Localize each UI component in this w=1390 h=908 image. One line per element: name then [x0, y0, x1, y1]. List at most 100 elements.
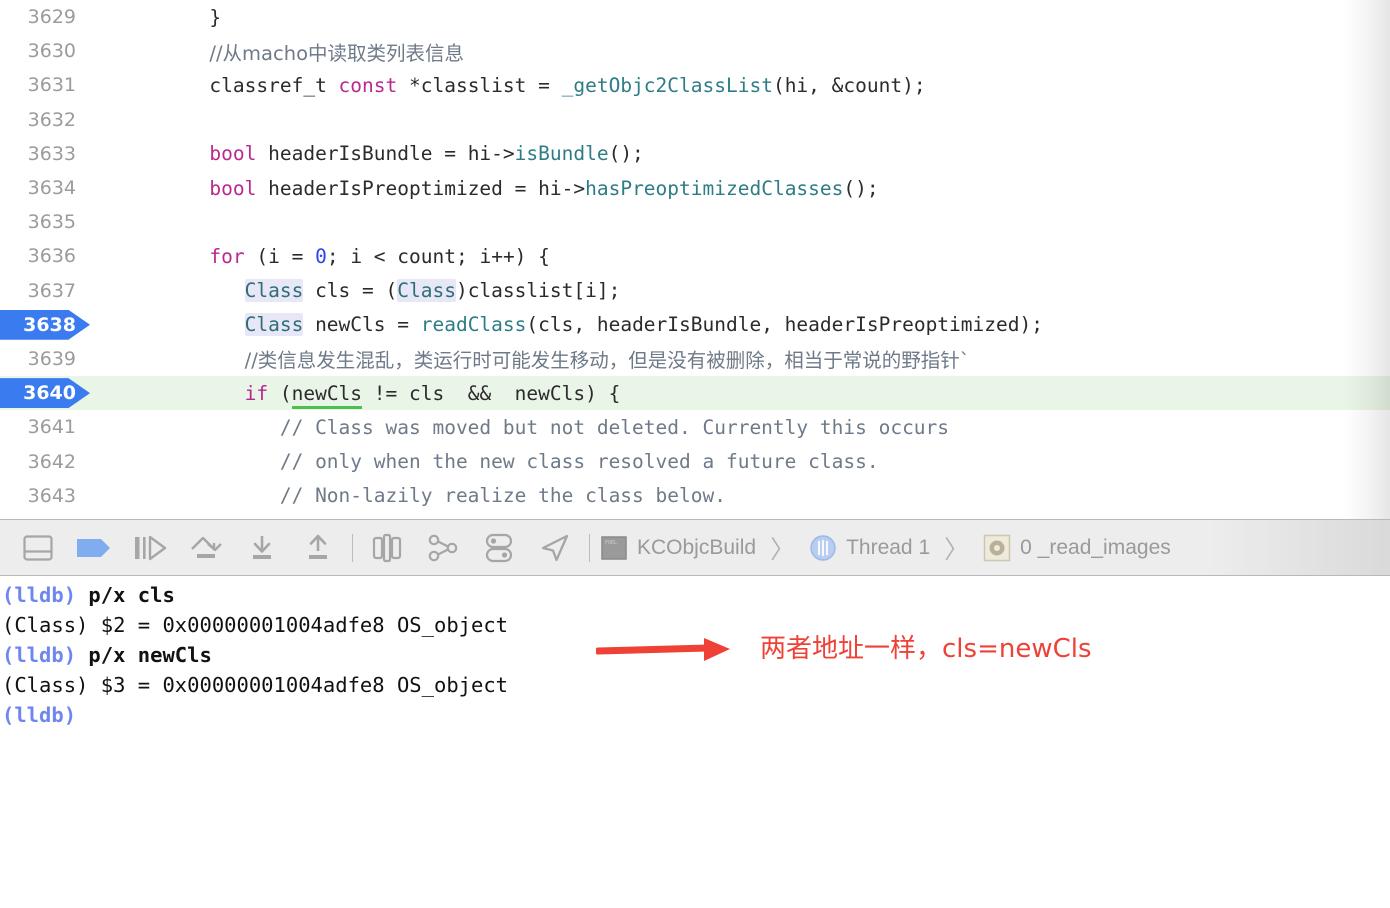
step-over-icon [191, 536, 222, 558]
line-number[interactable]: 3631 [0, 68, 92, 102]
code-token: readClass [420, 313, 527, 337]
code-text[interactable]: if (newCls != cls && newCls) { [92, 381, 1390, 409]
code-token: headerIsBundle = hi-> [256, 142, 515, 166]
line-number[interactable]: 3629 [0, 0, 92, 34]
lldb-prompt: (lldb) [2, 583, 77, 607]
view-hierarchy-button[interactable] [359, 520, 415, 576]
code-token: (cls, headerIsBundle, headerIsPreoptimiz… [526, 313, 1043, 337]
code-lines-container[interactable]: 3629 } 3630 //从macho中读取类列表信息 3631 classref… [0, 0, 1390, 513]
breadcrumb-thread[interactable]: Thread 1 [846, 536, 930, 560]
breadcrumb-process[interactable]: KCObjcBuild [637, 536, 756, 560]
red-arrow-icon [596, 638, 730, 661]
code-text[interactable]: Class newCls = readClass(cls, headerIsBu… [92, 313, 1390, 337]
source-code-editor[interactable]: 3629 } 3630 //从macho中读取类列表信息 3631 classref… [0, 0, 1390, 519]
line-number[interactable]: 3636 [0, 239, 92, 273]
code-token: classref_t [209, 73, 339, 97]
lldb-console[interactable]: (lldb) p/x cls (Class) $2 = 0x00000001004… [0, 576, 1390, 908]
line-number[interactable]: 3633 [0, 137, 92, 171]
line-number-label: 3639 [27, 347, 76, 370]
code-token: ; i < count; i++) { [326, 244, 550, 268]
code-text[interactable]: // Class was moved but not deleted. Curr… [92, 416, 1390, 439]
code-line[interactable]: 3638 Class newCls = readClass(cls, heade… [0, 308, 1390, 342]
code-token: (); [843, 176, 879, 200]
code-token: const [338, 73, 398, 97]
code-token: _getObjc2ClassList [561, 73, 773, 97]
xcode-debug-window: 3629 } 3630 //从macho中读取类列表信息 3631 classref… [0, 0, 1390, 908]
line-number[interactable]: 3643 [0, 479, 92, 513]
code-text[interactable]: bool headerIsPreoptimized = hi->hasPreop… [92, 177, 1390, 200]
breakpoint-marker[interactable]: 3638 [0, 308, 92, 342]
code-token: newCls = [303, 313, 421, 337]
step-over-button[interactable] [178, 520, 234, 576]
step-into-button[interactable] [234, 520, 290, 576]
code-line[interactable]: 3637 Class cls = (Class)classlist[i]; [0, 274, 1390, 308]
memory-graph-button[interactable] [415, 520, 471, 576]
code-text[interactable]: for (i = 0; i < count; i++) { [92, 245, 1390, 268]
code-token: (i = [244, 244, 316, 268]
code-text[interactable]: //从macho中读取类列表信息 [92, 37, 1390, 66]
code-line[interactable]: 3643 // Non-lazily realize the class bel… [0, 479, 1390, 513]
line-number[interactable]: 3632 [0, 103, 92, 137]
code-token: if [244, 381, 269, 405]
code-text[interactable]: // only when the new class resolved a fu… [92, 450, 1390, 473]
code-text[interactable]: //类信息发生混乱，类运行时可能发生移动，但是没有被删除，相当于常说的野指针` [92, 344, 1390, 373]
line-number-label: 3636 [27, 245, 76, 268]
code-token: (hi, &count); [772, 73, 926, 97]
breakpoints-toggle-button[interactable] [66, 520, 122, 576]
code-text[interactable]: } [92, 6, 1390, 29]
code-text[interactable]: // Non-lazily realize the class below. [92, 484, 1390, 507]
continue-button[interactable] [122, 520, 178, 576]
step-out-button[interactable] [290, 520, 346, 576]
line-number-label: 3640 [23, 382, 76, 405]
code-line[interactable]: 3641 // Class was moved but not deleted.… [0, 410, 1390, 444]
toolbar-divider-2 [589, 533, 590, 562]
code-token: Class [244, 279, 304, 303]
code-line[interactable]: 3636 for (i = 0; i < count; i++) { [0, 239, 1390, 273]
code-text[interactable]: Class cls = (Class)classlist[i]; [92, 279, 1390, 303]
code-token: // only when the new class resolved a fu… [279, 450, 879, 474]
code-text[interactable]: classref_t const *classlist = _getObjc2C… [92, 74, 1390, 97]
console-line: (Class) $3 = 0x00000001004adfe8 OS_objec… [0, 670, 1390, 700]
line-number[interactable]: 3630 [0, 34, 92, 68]
code-line[interactable]: 3635 [0, 205, 1390, 239]
line-number[interactable]: 3639 [0, 342, 92, 376]
debug-toolbar: FUEL KCObjcBuild 〉 Thread 1 〉 0 _read_im… [0, 519, 1390, 576]
code-line[interactable]: 3630 //从macho中读取类列表信息 [0, 34, 1390, 68]
breadcrumb-frame[interactable]: 0 _read_images [1020, 536, 1171, 560]
toolbar-divider-1 [352, 533, 353, 562]
simulate-location-button[interactable] [527, 520, 583, 576]
code-line[interactable]: 3640 if (newCls != cls && newCls) { [0, 376, 1390, 411]
code-line[interactable]: 3633 bool headerIsBundle = hi->isBundle(… [0, 137, 1390, 171]
line-number[interactable]: 3634 [0, 171, 92, 205]
code-token: Class [244, 313, 304, 337]
code-line[interactable]: 3639 //类信息发生混乱，类运行时可能发生移动，但是没有被删除，相当于常说的… [0, 342, 1390, 376]
breadcrumb: FUEL KCObjcBuild 〉 Thread 1 〉 0 _read_im… [600, 530, 1171, 566]
console-command: p/x newCls [76, 643, 212, 667]
lldb-prompt: (lldb) [2, 703, 77, 727]
code-token: != cls && newCls) { [362, 381, 621, 405]
code-text[interactable]: bool headerIsBundle = hi->isBundle(); [92, 142, 1390, 165]
line-number[interactable]: 3637 [0, 274, 92, 308]
breakpoint-flag-icon [77, 538, 110, 557]
code-token: )classlist[i]; [455, 279, 621, 303]
line-number[interactable]: 3635 [0, 205, 92, 239]
code-token: bool [209, 142, 257, 166]
code-line[interactable]: 3632 [0, 103, 1390, 137]
code-line[interactable]: 3634 bool headerIsPreoptimized = hi->has… [0, 171, 1390, 205]
line-number-label: 3634 [27, 177, 76, 200]
code-token: // Non-lazily realize the class below. [279, 484, 726, 508]
code-token: for [209, 244, 245, 268]
toggle-debug-area-button[interactable] [10, 520, 66, 576]
thread-icon [810, 534, 836, 561]
breakpoint-marker[interactable]: 3640 [0, 376, 92, 410]
line-number[interactable]: 3641 [0, 410, 92, 444]
code-line[interactable]: 3642 // only when the new class resolved… [0, 444, 1390, 478]
environment-overrides-button[interactable] [471, 520, 527, 576]
annotation-text: 两者地址一样，cls=newCls [760, 634, 1092, 664]
code-text[interactable] [92, 211, 1390, 234]
code-line[interactable]: 3631 classref_t const *classlist = _getO… [0, 68, 1390, 102]
view-hierarchy-icon [372, 533, 402, 562]
code-text[interactable] [92, 108, 1390, 131]
code-line[interactable]: 3629 } [0, 0, 1390, 34]
line-number[interactable]: 3642 [0, 444, 92, 478]
